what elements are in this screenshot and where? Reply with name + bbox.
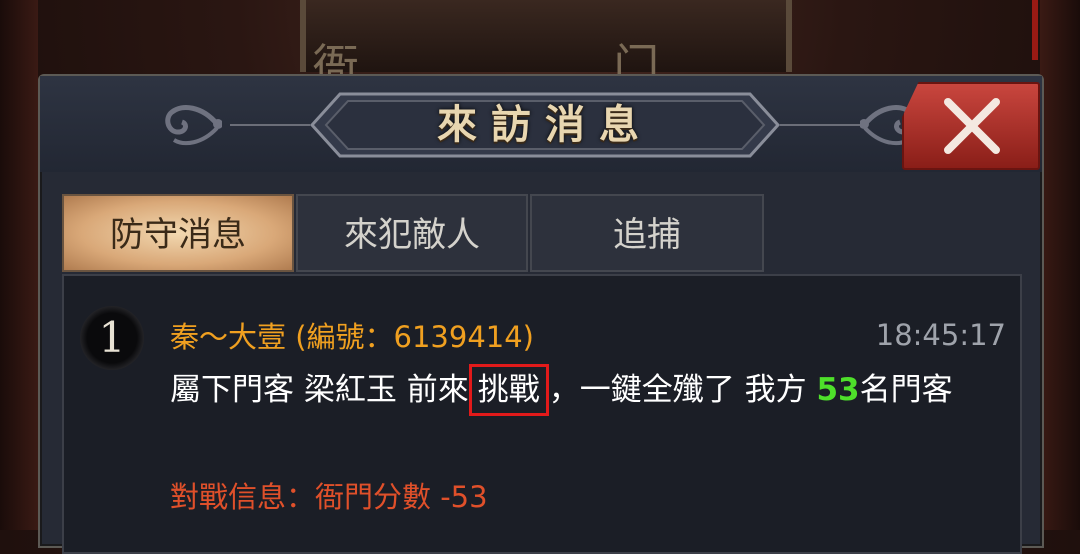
message-text: 屬下門客 梁紅玉 前來 挑戰 ，一鍵全殲了 我方 53名門客: [170, 364, 1010, 416]
close-icon: [944, 98, 1000, 154]
challenge-highlight: 挑戰: [468, 364, 549, 416]
header-ornament-line-left: [230, 124, 310, 126]
title-plate: 來訪消息: [310, 92, 780, 158]
background-sign: 衙 门: [300, 0, 792, 93]
header-ornament-line-right: [780, 124, 860, 126]
tab-pursuit[interactable]: 追捕: [530, 194, 764, 272]
tab-invading-enemies[interactable]: 來犯敵人: [296, 194, 528, 272]
message-time: 18:45:17: [875, 318, 1006, 352]
background-tassel: [1032, 0, 1038, 60]
message-text-before: 屬下門客 梁紅玉 前來: [170, 372, 469, 408]
tab-defense-messages[interactable]: 防守消息: [62, 194, 294, 272]
defeated-count: 53: [816, 372, 860, 408]
background-pillar-right: [1040, 0, 1080, 530]
visit-message-dialog: 來訪消息 防守消息 來犯敵人 追捕 1 秦〜大壹 (編號：6139414) 18…: [38, 74, 1044, 554]
battle-info: 對戰信息：衙門分數 -53: [170, 480, 488, 514]
message-text-mid: ，一鍵全殲了 我方: [548, 372, 817, 408]
message-list: 1 秦〜大壹 (編號：6139414) 18:45:17 屬下門客 梁紅玉 前來…: [62, 274, 1022, 554]
close-button[interactable]: [902, 82, 1040, 170]
dialog-header: 來訪消息: [40, 76, 1042, 172]
background-pillar-left: [0, 0, 38, 530]
dialog-title: 來訪消息: [437, 101, 653, 148]
sender-name: 秦〜大壹 (編號：6139414): [170, 320, 535, 354]
message-text-after: 名門客: [859, 372, 953, 408]
message-index-badge: 1: [80, 306, 144, 370]
cloud-ornament-left-icon: [165, 105, 222, 146]
